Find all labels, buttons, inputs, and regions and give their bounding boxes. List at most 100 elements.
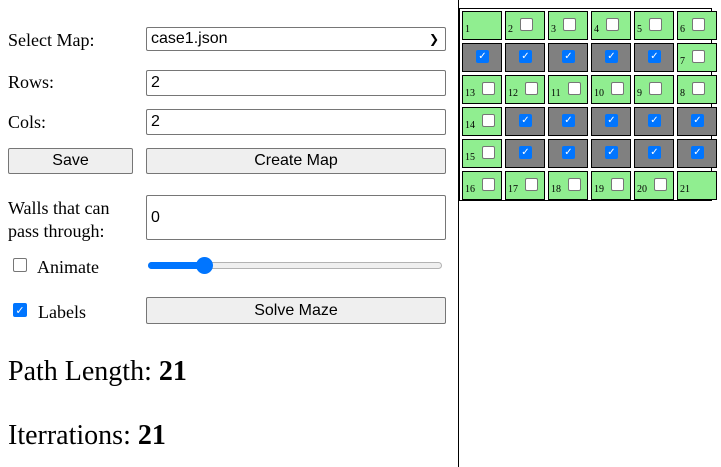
- cell-wall-checkbox[interactable]: [692, 50, 705, 63]
- cell-label: 10: [594, 88, 604, 99]
- maze-cell[interactable]: ✓: [677, 107, 717, 136]
- map-select-value: case1.json: [151, 30, 228, 47]
- slider-thumb[interactable]: [195, 257, 213, 274]
- cell-wall-checkbox[interactable]: ✓: [605, 146, 618, 159]
- cell-wall-checkbox[interactable]: ✓: [648, 50, 661, 63]
- cell-wall-checkbox[interactable]: ✓: [605, 114, 618, 127]
- cell-wall-checkbox[interactable]: [482, 146, 495, 159]
- maze-cell[interactable]: 1: [462, 11, 502, 40]
- iterations-label: Iterrations:: [8, 420, 131, 451]
- animate-label: Animate: [37, 257, 99, 277]
- cell-label: 19: [594, 184, 604, 195]
- walls-pass-input[interactable]: 0: [146, 195, 446, 240]
- maze-cell[interactable]: ✓: [634, 107, 674, 136]
- maze-cell[interactable]: 10: [591, 75, 631, 104]
- cell-wall-checkbox[interactable]: [563, 18, 576, 31]
- cell-wall-checkbox[interactable]: [692, 18, 705, 31]
- cell-wall-checkbox[interactable]: [482, 82, 495, 95]
- maze-grid: 1 2 3 4 5 6 ✓ ✓ ✓ ✓ ✓ 7 13 12 11 10 9 8 14 ✓ ✓ ✓ ✓ ✓ 15 ✓ ✓ ✓ ✓ ✓ 16 17…: [459, 8, 717, 201]
- cell-wall-checkbox[interactable]: [611, 82, 624, 95]
- cell-label: 5: [637, 24, 642, 35]
- cell-wall-checkbox[interactable]: ✓: [648, 146, 661, 159]
- cols-input-value: 2: [151, 113, 160, 130]
- cell-label: 9: [637, 88, 642, 99]
- cell-label: 15: [465, 152, 475, 163]
- cell-wall-checkbox[interactable]: [482, 178, 495, 191]
- cell-wall-checkbox[interactable]: ✓: [605, 50, 618, 63]
- maze-cell[interactable]: 7: [677, 43, 717, 72]
- animate-checkbox[interactable]: [13, 258, 27, 272]
- cell-wall-checkbox[interactable]: [568, 178, 581, 191]
- cell-label: 20: [637, 184, 647, 195]
- cell-label: 14: [465, 120, 475, 131]
- maze-cell[interactable]: ✓: [505, 43, 545, 72]
- maze-cell[interactable]: 20: [634, 171, 674, 200]
- cell-wall-checkbox[interactable]: ✓: [519, 50, 532, 63]
- solve-maze-button[interactable]: Solve Maze: [146, 297, 446, 324]
- maze-cell[interactable]: 9: [634, 75, 674, 104]
- create-map-button[interactable]: Create Map: [146, 148, 446, 174]
- cell-label: 21: [680, 184, 690, 195]
- maze-cell[interactable]: ✓: [591, 107, 631, 136]
- maze-cell[interactable]: 16: [462, 171, 502, 200]
- cell-wall-checkbox[interactable]: ✓: [562, 146, 575, 159]
- cell-wall-checkbox[interactable]: [692, 82, 705, 95]
- cell-label: 4: [594, 24, 599, 35]
- maze-cell[interactable]: 5: [634, 11, 674, 40]
- path-length-text: Path Length: 21: [8, 356, 187, 388]
- cell-wall-checkbox[interactable]: ✓: [519, 146, 532, 159]
- maze-cell[interactable]: ✓: [634, 139, 674, 168]
- maze-cell[interactable]: 8: [677, 75, 717, 104]
- maze-cell[interactable]: 6: [677, 11, 717, 40]
- maze-cell[interactable]: 12: [505, 75, 545, 104]
- maze-cell[interactable]: ✓: [548, 107, 588, 136]
- cell-wall-checkbox[interactable]: [525, 82, 538, 95]
- labels-checkbox[interactable]: ✓: [13, 303, 27, 317]
- maze-cell[interactable]: 3: [548, 11, 588, 40]
- maze-cell[interactable]: 4: [591, 11, 631, 40]
- save-button[interactable]: Save: [8, 148, 133, 174]
- map-select[interactable]: case1.json ❯: [146, 27, 446, 51]
- cell-label: 7: [680, 56, 685, 67]
- cell-wall-checkbox[interactable]: ✓: [691, 114, 704, 127]
- cell-wall-checkbox[interactable]: ✓: [476, 50, 489, 63]
- cell-wall-checkbox[interactable]: ✓: [562, 114, 575, 127]
- maze-cell[interactable]: 19: [591, 171, 631, 200]
- maze-cell[interactable]: ✓: [677, 139, 717, 168]
- cell-wall-checkbox[interactable]: [482, 114, 495, 127]
- maze-cell[interactable]: ✓: [462, 43, 502, 72]
- cell-wall-checkbox[interactable]: ✓: [519, 114, 532, 127]
- maze-cell[interactable]: 15: [462, 139, 502, 168]
- cell-wall-checkbox[interactable]: ✓: [691, 146, 704, 159]
- maze-cell[interactable]: ✓: [505, 139, 545, 168]
- maze-cell[interactable]: ✓: [548, 139, 588, 168]
- cell-wall-checkbox[interactable]: ✓: [562, 50, 575, 63]
- cell-wall-checkbox[interactable]: [606, 18, 619, 31]
- maze-cell[interactable]: 14: [462, 107, 502, 136]
- maze-cell[interactable]: 2: [505, 11, 545, 40]
- rows-input[interactable]: 2: [146, 70, 446, 96]
- maze-cell[interactable]: 13: [462, 75, 502, 104]
- maze-cell[interactable]: ✓: [505, 107, 545, 136]
- maze-cell[interactable]: ✓: [591, 139, 631, 168]
- cell-label: 8: [680, 88, 685, 99]
- cell-wall-checkbox[interactable]: [649, 82, 662, 95]
- cell-wall-checkbox[interactable]: [654, 178, 667, 191]
- maze-cell[interactable]: ✓: [591, 43, 631, 72]
- cell-wall-checkbox[interactable]: [525, 178, 538, 191]
- cols-label: Cols:: [8, 112, 47, 132]
- maze-cell[interactable]: 18: [548, 171, 588, 200]
- maze-cell[interactable]: ✓: [634, 43, 674, 72]
- cell-label: 17: [508, 184, 518, 195]
- labels-label: Labels: [38, 302, 86, 322]
- cell-wall-checkbox[interactable]: [568, 82, 581, 95]
- cell-wall-checkbox[interactable]: [520, 18, 533, 31]
- cols-input[interactable]: 2: [146, 109, 446, 135]
- maze-cell[interactable]: 17: [505, 171, 545, 200]
- maze-cell[interactable]: ✓: [548, 43, 588, 72]
- cell-wall-checkbox[interactable]: [649, 18, 662, 31]
- maze-cell[interactable]: 21: [677, 171, 717, 200]
- maze-cell[interactable]: 11: [548, 75, 588, 104]
- cell-wall-checkbox[interactable]: ✓: [648, 114, 661, 127]
- cell-wall-checkbox[interactable]: [611, 178, 624, 191]
